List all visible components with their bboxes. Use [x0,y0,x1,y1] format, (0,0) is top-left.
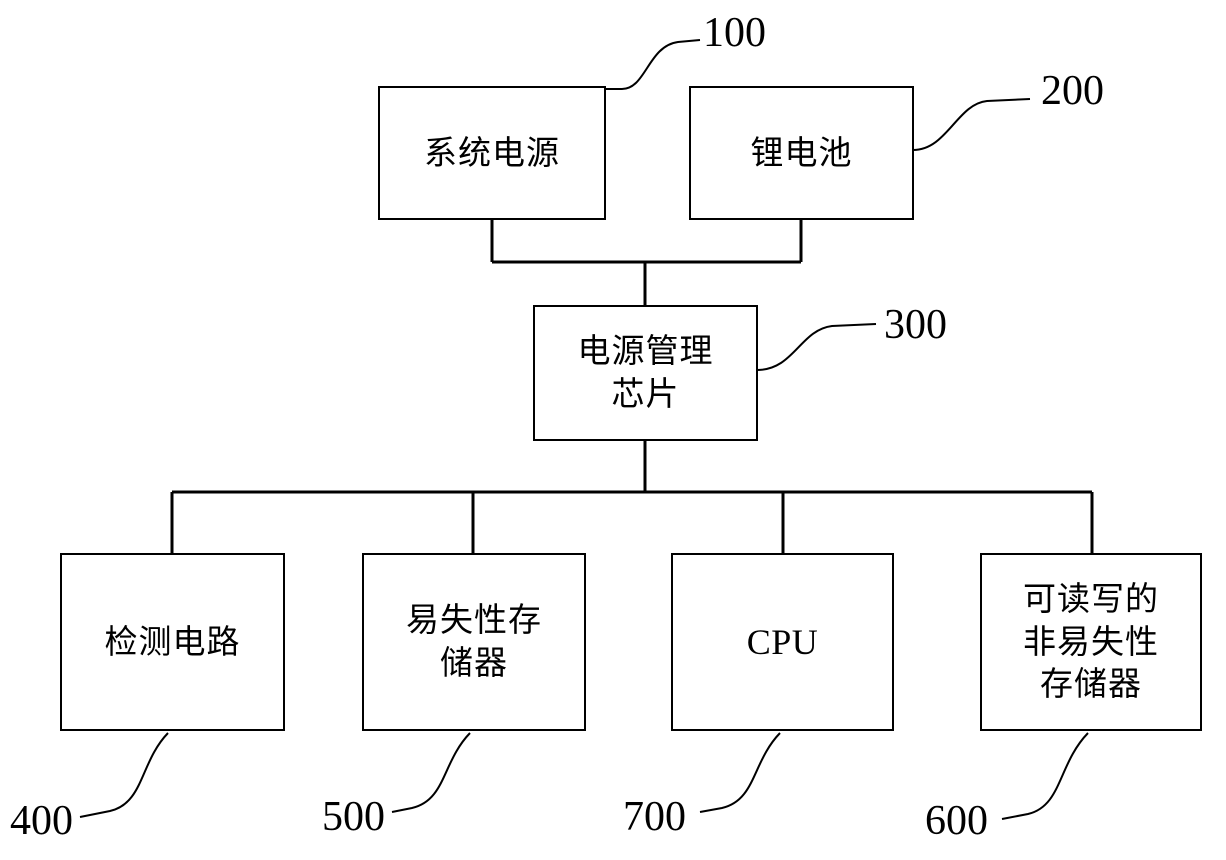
block-label-detection-circuit: 检测电路 [104,621,241,661]
block-label-lithium-battery: 锂电池 [750,132,853,172]
reference-number-600: 600 [925,798,988,844]
leader-line-200 [912,98,1031,151]
leader-line-500 [391,732,471,813]
block-label-volatile-memory: 易失性存 储器 [406,600,542,682]
reference-number-200: 200 [1041,68,1104,114]
block-cpu: CPU [671,553,894,731]
block-power-management-chip: 电源管理 芯片 [533,305,758,441]
block-nonvolatile-memory: 可读写的 非易失性 存储器 [980,553,1202,731]
block-label-cpu: CPU [746,621,819,662]
block-detection-circuit: 检测电路 [60,553,285,731]
block-label-power-management-chip: 电源管理 芯片 [577,331,714,413]
reference-number-300: 300 [884,302,947,348]
block-lithium-battery: 锂电池 [689,86,914,220]
leader-line-600 [1001,732,1089,820]
block-label-nonvolatile-memory: 可读写的 非易失性 存储器 [1023,578,1159,704]
reference-number-500: 500 [322,794,385,840]
reference-number-400: 400 [10,798,73,844]
leader-line-700 [699,732,781,813]
block-system-power: 系统电源 [378,86,606,220]
leader-line-100 [604,39,701,90]
reference-number-100: 100 [703,10,766,56]
patent-figure: 系统电源 锂电池 电源管理 芯片 检测电路 易失性存 储器 CPU 可读写的 非… [0,0,1226,860]
block-volatile-memory: 易失性存 储器 [362,553,586,731]
reference-number-700: 700 [623,794,686,840]
block-label-system-power: 系统电源 [424,132,560,172]
leader-line-400 [79,732,169,818]
leader-line-300 [756,323,877,371]
